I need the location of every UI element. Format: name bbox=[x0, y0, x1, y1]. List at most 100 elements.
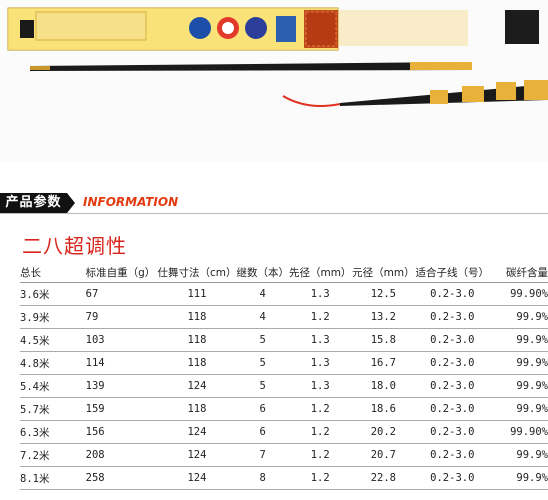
table-row: 3.6米 67 111 4 1.3 12.5 0.2-3.0 99.90% bbox=[20, 282, 548, 306]
table-cell: 139 bbox=[79, 374, 158, 398]
tag-icon bbox=[276, 16, 296, 42]
table-row: 5.7米 159 118 6 1.2 18.6 0.2-3.0 99.9% bbox=[20, 397, 548, 421]
table-cell: 258 bbox=[79, 466, 158, 490]
table-cell: 0.2-3.0 bbox=[415, 420, 490, 444]
table-cell: 5 bbox=[236, 374, 289, 398]
table-cell: 118 bbox=[157, 305, 237, 329]
table-cell: 6.3米 bbox=[20, 420, 80, 444]
table-cell: 7.2米 bbox=[20, 443, 80, 467]
rod-closed bbox=[30, 62, 472, 71]
table-cell: 156 bbox=[79, 420, 158, 444]
section-label-arrow bbox=[67, 193, 75, 213]
table-cell: 67 bbox=[79, 282, 158, 306]
table-cell: 0.2-3.0 bbox=[415, 374, 490, 398]
table-cell: 124 bbox=[157, 443, 237, 467]
table-cell: 4 bbox=[236, 305, 289, 329]
table-cell: 111 bbox=[157, 282, 237, 306]
table-cell: 0.2-3.0 bbox=[415, 328, 490, 352]
col-header: 元径（mm） bbox=[351, 262, 416, 283]
table-cell: 79 bbox=[79, 305, 158, 329]
spec-table: 总长 标准自重（g） 仕舞寸法（cm） 继数（本） 先径（mm） 元径（mm） … bbox=[20, 262, 548, 490]
table-cell: 99.9% bbox=[489, 305, 548, 329]
table-row: 8.1米 258 124 8 1.2 22.8 0.2-3.0 99.9% bbox=[20, 466, 548, 490]
col-header: 总长 bbox=[20, 262, 80, 283]
table-cell: 1.2 bbox=[288, 305, 352, 329]
table-cell: 4.8米 bbox=[20, 351, 80, 375]
table-cell: 99.9% bbox=[489, 397, 548, 421]
series-title: 二八超调性 bbox=[22, 234, 127, 258]
table-cell: 103 bbox=[79, 328, 158, 352]
table-row: 7.2米 208 124 7 1.2 20.7 0.2-3.0 99.9% bbox=[20, 443, 548, 467]
table-cell: 16.7 bbox=[351, 351, 416, 375]
table-cell: 124 bbox=[157, 420, 237, 444]
table-cell: 124 bbox=[157, 374, 237, 398]
table-cell: 5.7米 bbox=[20, 397, 80, 421]
table-cell: 99.9% bbox=[489, 466, 548, 490]
col-header: 继数（本） bbox=[236, 262, 289, 283]
product-photo bbox=[0, 0, 548, 162]
table-cell: 20.2 bbox=[351, 420, 416, 444]
table-cell: 1.2 bbox=[288, 443, 352, 467]
table-cell: 1.3 bbox=[288, 351, 352, 375]
table-cell: 118 bbox=[157, 328, 237, 352]
table-cell: 99.9% bbox=[489, 374, 548, 398]
col-header: 标准自重（g） bbox=[79, 262, 158, 283]
table-cell: 0.2-3.0 bbox=[415, 466, 490, 490]
table-cell: 1.2 bbox=[288, 466, 352, 490]
table-row: 3.9米 79 118 4 1.2 13.2 0.2-3.0 99.9% bbox=[20, 305, 548, 329]
table-cell: 99.90% bbox=[489, 420, 548, 444]
table-cell: 1.3 bbox=[288, 328, 352, 352]
table-cell: 0.2-3.0 bbox=[415, 305, 490, 329]
table-cell: 13.2 bbox=[351, 305, 416, 329]
table-cell: 124 bbox=[157, 466, 237, 490]
table-cell: 118 bbox=[157, 397, 237, 421]
table-cell: 1.2 bbox=[288, 397, 352, 421]
section-divider bbox=[0, 213, 548, 214]
table-cell: 0.2-3.0 bbox=[415, 397, 490, 421]
table-cell: 99.90% bbox=[489, 282, 548, 306]
table-cell: 118 bbox=[157, 351, 237, 375]
red-line bbox=[282, 95, 341, 107]
table-row: 4.8米 114 118 5 1.3 16.7 0.2-3.0 99.9% bbox=[20, 351, 548, 375]
table-cell: 159 bbox=[79, 397, 158, 421]
table-cell: 208 bbox=[79, 443, 158, 467]
table-cell: 15.8 bbox=[351, 328, 416, 352]
table-cell: 99.9% bbox=[489, 328, 548, 352]
table-cell: 3.9米 bbox=[20, 305, 80, 329]
table-cell: 5.4米 bbox=[20, 374, 80, 398]
table-row: 6.3米 156 124 6 1.2 20.2 0.2-3.0 99.90% bbox=[20, 420, 548, 444]
table-cell: 12.5 bbox=[351, 282, 416, 306]
table-cell: 3.6米 bbox=[20, 282, 80, 306]
table-cell: 114 bbox=[79, 351, 158, 375]
table-cell: 99.9% bbox=[489, 351, 548, 375]
table-cell: 4 bbox=[236, 282, 289, 306]
table-cell: 22.8 bbox=[351, 466, 416, 490]
table-cell: 99.9% bbox=[489, 443, 548, 467]
section-label: 产品参数 bbox=[0, 193, 67, 213]
col-header: 仕舞寸法（cm） bbox=[157, 262, 237, 283]
table-cell: 18.6 bbox=[351, 397, 416, 421]
table-cell: 0.2-3.0 bbox=[415, 443, 490, 467]
table-cell: 1.3 bbox=[288, 374, 352, 398]
col-header: 碳纤含量 bbox=[489, 262, 548, 283]
section-label-en: INFORMATION bbox=[83, 195, 179, 209]
round-logo-icon bbox=[245, 17, 267, 39]
table-row: 4.5米 103 118 5 1.3 15.8 0.2-3.0 99.9% bbox=[20, 328, 548, 352]
col-header: 先径（mm） bbox=[288, 262, 352, 283]
table-row: 5.4米 139 124 5 1.3 18.0 0.2-3.0 99.9% bbox=[20, 374, 548, 398]
table-cell: 6 bbox=[236, 397, 289, 421]
table-cell: 5 bbox=[236, 351, 289, 375]
brand-badge-icon bbox=[189, 17, 211, 39]
table-cell: 7 bbox=[236, 443, 289, 467]
table-cell: 8 bbox=[236, 466, 289, 490]
table-cell: 20.7 bbox=[351, 443, 416, 467]
table-cell: 5 bbox=[236, 328, 289, 352]
table-cell: 1.2 bbox=[288, 420, 352, 444]
table-cell: 0.2-3.0 bbox=[415, 351, 490, 375]
table-cell: 6 bbox=[236, 420, 289, 444]
table-cell: 18.0 bbox=[351, 374, 416, 398]
table-cell: 0.2-3.0 bbox=[415, 282, 490, 306]
table-cell: 1.3 bbox=[288, 282, 352, 306]
col-header: 适合子线（号） bbox=[415, 262, 490, 283]
table-cell: 4.5米 bbox=[20, 328, 80, 352]
